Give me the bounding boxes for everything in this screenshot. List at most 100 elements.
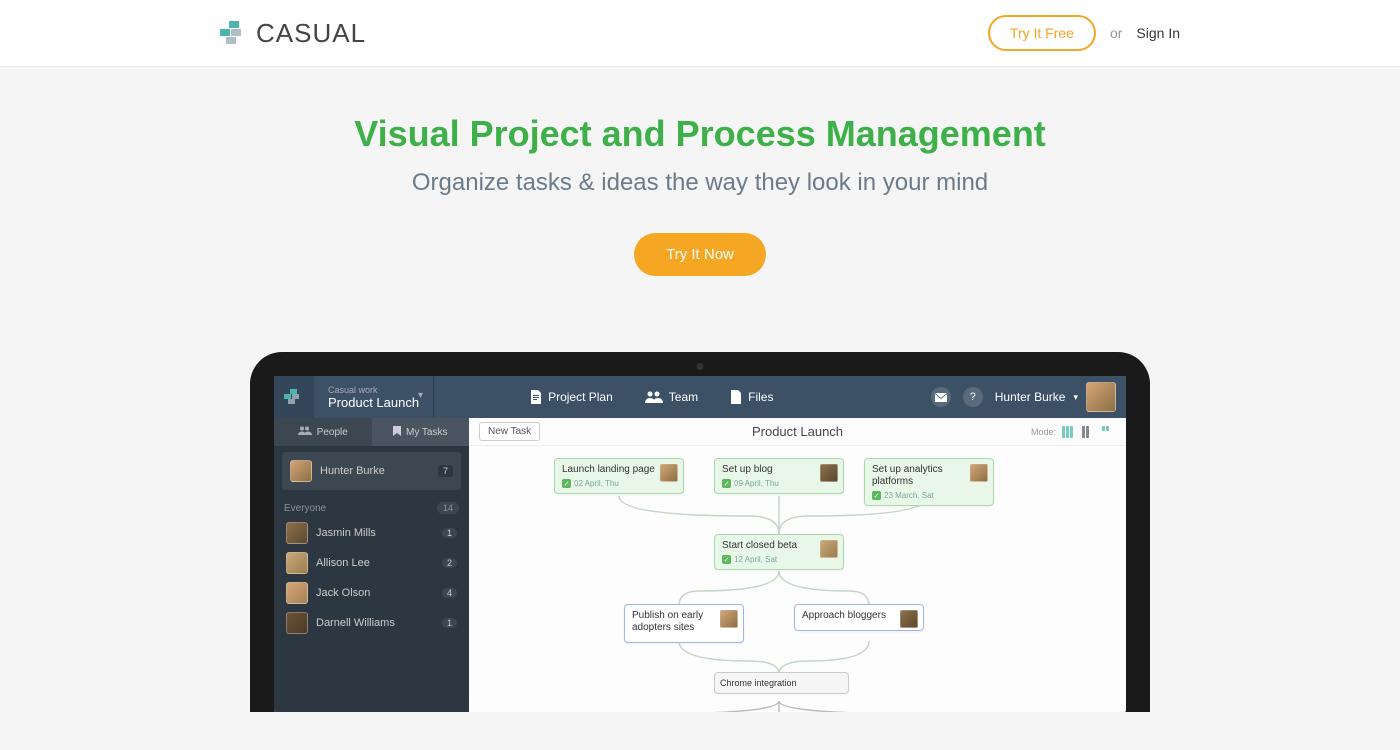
user-menu[interactable]: Hunter Burke ▾: [995, 382, 1116, 412]
task-count: 1: [442, 528, 457, 538]
task-card[interactable]: Set up analytics platforms 23 March, Sat: [864, 458, 994, 506]
app-screenshot: Casual work Product Launch Project Plan …: [274, 376, 1126, 712]
nav-label: Team: [669, 390, 698, 404]
header-actions: Try It Free or Sign In: [988, 15, 1180, 51]
canvas-toolbar: New Task Product Launch Mode:: [469, 418, 1126, 446]
brand-name: CASUAL: [256, 18, 366, 49]
nav-team[interactable]: Team: [629, 376, 714, 418]
person-row[interactable]: Jack Olson 4: [284, 578, 459, 608]
nav-label: Project Plan: [548, 390, 613, 404]
app-logo[interactable]: [274, 376, 314, 418]
app-logo-icon: [284, 389, 304, 405]
task-card[interactable]: Start closed beta 12 April, Sat: [714, 534, 844, 570]
selected-person[interactable]: Hunter Burke 7: [282, 452, 461, 490]
task-card[interactable]: Chrome integration: [714, 672, 849, 694]
task-card[interactable]: Set up blog 09 April, Thu: [714, 458, 844, 494]
hero-subtitle: Organize tasks & ideas the way they look…: [0, 169, 1400, 197]
app-topbar: Casual work Product Launch Project Plan …: [274, 376, 1126, 418]
person-name: Hunter Burke: [320, 465, 385, 477]
project-dropdown[interactable]: Casual work Product Launch: [314, 376, 434, 418]
person-name: Jack Olson: [316, 587, 370, 599]
canvas[interactable]: New Task Product Launch Mode:: [469, 418, 1126, 712]
tab-label: People: [317, 427, 348, 438]
user-name: Hunter Burke: [995, 390, 1066, 404]
person-row[interactable]: Jasmin Mills 1: [284, 518, 459, 548]
task-title: Set up blog: [722, 464, 836, 476]
avatar: [720, 610, 738, 628]
task-count: 2: [442, 558, 457, 568]
site-header: CASUAL Try It Free or Sign In: [0, 0, 1400, 67]
task-title: Launch landing page: [562, 464, 676, 476]
or-text: or: [1110, 25, 1122, 41]
mode-grid-icon[interactable]: [1102, 426, 1116, 438]
document-icon: [530, 390, 542, 404]
section-header: Everyone 14: [284, 502, 459, 514]
avatar: [286, 552, 308, 574]
task-title: Approach bloggers: [802, 610, 916, 622]
person-name: Darnell Williams: [316, 617, 395, 629]
logo-icon: [220, 21, 248, 45]
section-label: Everyone: [284, 503, 326, 514]
hero-title: Visual Project and Process Management: [0, 113, 1400, 155]
mode-controls: Mode:: [1031, 426, 1116, 438]
flow-diagram: Launch landing page 02 April, Thu Set up…: [469, 446, 1126, 466]
avatar: [286, 522, 308, 544]
new-task-button[interactable]: New Task: [479, 422, 540, 441]
task-count: 1: [442, 618, 457, 628]
person-row[interactable]: Darnell Williams 1: [284, 608, 459, 638]
task-date: 12 April, Sat: [722, 555, 836, 564]
task-count: 7: [438, 465, 453, 477]
avatar: [286, 582, 308, 604]
avatar: [820, 464, 838, 482]
app-bar-right: ? Hunter Burke ▾: [931, 376, 1126, 418]
device-mockup: Casual work Product Launch Project Plan …: [250, 352, 1150, 712]
app-nav: Project Plan Team Files: [514, 376, 789, 418]
avatar: [286, 612, 308, 634]
sign-in-link[interactable]: Sign In: [1136, 25, 1180, 41]
task-date: 23 March, Sat: [872, 491, 986, 500]
nav-files[interactable]: Files: [714, 376, 789, 418]
avatar: [820, 540, 838, 558]
tab-my-tasks[interactable]: My Tasks: [372, 418, 470, 446]
app-body: People My Tasks Hunter Burke 7: [274, 418, 1126, 712]
avatar: [970, 464, 988, 482]
task-title: Chrome integration: [720, 678, 797, 688]
bookmark-icon: [393, 426, 401, 439]
task-title: Set up analytics platforms: [872, 464, 986, 488]
brand-logo[interactable]: CASUAL: [220, 18, 366, 49]
chevron-down-icon: ▾: [1073, 392, 1078, 403]
task-date: 09 April, Thu: [722, 479, 836, 488]
section-count: 14: [437, 502, 459, 514]
try-free-button[interactable]: Try It Free: [988, 15, 1096, 51]
tab-people[interactable]: People: [274, 418, 372, 446]
workspace-label: Casual work: [328, 385, 419, 395]
nav-label: Files: [748, 390, 773, 404]
files-icon: [730, 390, 742, 404]
avatar: [660, 464, 678, 482]
mail-icon[interactable]: [931, 387, 951, 407]
everyone-section: Everyone 14 Jasmin Mills 1 Allison Lee 2: [274, 496, 469, 644]
mode-label: Mode:: [1031, 427, 1056, 437]
task-card[interactable]: Approach bloggers: [794, 604, 924, 631]
person-name: Jasmin Mills: [316, 527, 376, 539]
nav-project-plan[interactable]: Project Plan: [514, 376, 629, 418]
task-card[interactable]: Launch landing page 02 April, Thu: [554, 458, 684, 494]
try-now-button[interactable]: Try It Now: [634, 233, 766, 276]
canvas-title: Product Launch: [752, 424, 843, 439]
project-name: Product Launch: [328, 395, 419, 410]
people-icon: [645, 391, 663, 403]
task-count: 4: [442, 588, 457, 598]
task-title: Start closed beta: [722, 540, 836, 552]
tab-label: My Tasks: [406, 427, 448, 438]
mode-columns-icon[interactable]: [1062, 426, 1076, 438]
people-icon: [298, 426, 312, 438]
task-date: 02 April, Thu: [562, 479, 676, 488]
sidebar-tabs: People My Tasks: [274, 418, 469, 446]
task-card[interactable]: Publish on early adopters sites: [624, 604, 744, 643]
help-icon[interactable]: ?: [963, 387, 983, 407]
mode-list-icon[interactable]: [1082, 426, 1096, 438]
avatar: [900, 610, 918, 628]
hero-section: Visual Project and Process Management Or…: [0, 67, 1400, 306]
sidebar: People My Tasks Hunter Burke 7: [274, 418, 469, 712]
person-row[interactable]: Allison Lee 2: [284, 548, 459, 578]
